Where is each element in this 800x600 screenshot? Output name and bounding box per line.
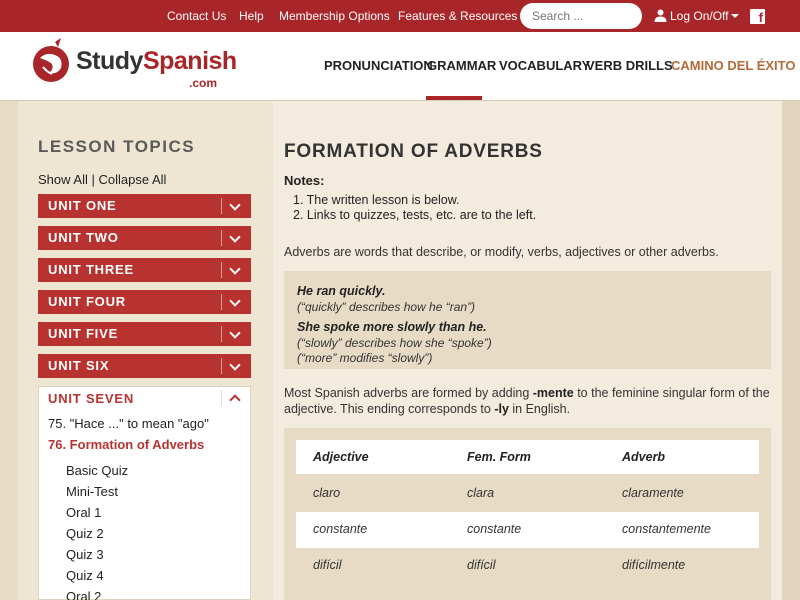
example-note: (“quickly” describes how he “ran”) xyxy=(297,300,476,314)
formation-text: in English. xyxy=(508,402,571,416)
lesson-76-link[interactable]: 76. Formation of Adverbs xyxy=(48,437,204,452)
site-logo[interactable]: StudySpanish xyxy=(76,47,237,76)
table-cell: difícilmente xyxy=(622,558,686,572)
site-header: StudySpanish .com PRONUNCIATION GRAMMAR … xyxy=(0,32,800,101)
oral-2-link[interactable]: Oral 2 xyxy=(66,589,101,600)
table-cell: claramente xyxy=(622,486,684,500)
nav-camino-del-exito[interactable]: CAMINO DEL ÉXITO xyxy=(671,58,795,73)
suffix-mente: -mente xyxy=(532,386,574,400)
contact-us-link[interactable]: Contact Us xyxy=(167,9,226,23)
column-header: Adverb xyxy=(622,450,666,464)
divider xyxy=(221,262,222,278)
column-header: Adjective xyxy=(313,450,369,464)
facebook-icon[interactable]: f xyxy=(750,9,765,25)
note-item: 2. Links to quizzes, tests, etc. are to … xyxy=(293,208,537,222)
unit-seven-panel: UNIT SEVEN 75. "Hace ..." to mean "ago" … xyxy=(38,386,251,600)
intro-paragraph: Adverbs are words that describe, or modi… xyxy=(284,245,719,259)
table-cell: difícil xyxy=(467,558,496,572)
page-margin xyxy=(782,101,800,600)
unit-seven-toggle[interactable]: UNIT SEVEN xyxy=(48,391,134,406)
search-input[interactable] xyxy=(520,3,642,29)
show-collapse-all-links[interactable]: Show All | Collapse All xyxy=(38,172,166,187)
unit-label: UNIT FIVE xyxy=(48,326,119,341)
adverb-table: Adjective Fem. Form Adverb claro clara c… xyxy=(284,428,771,600)
unit-label: UNIT ONE xyxy=(48,198,117,213)
nav-verb-drills[interactable]: VERB DRILLS xyxy=(586,58,673,73)
divider xyxy=(221,294,222,310)
table-cell: constante xyxy=(313,522,368,536)
table-cell: claro xyxy=(313,486,341,500)
column-header: Fem. Form xyxy=(467,450,531,464)
table-cell: constantemente xyxy=(622,522,711,536)
chevron-down-icon xyxy=(229,327,241,339)
facebook-glyph: f xyxy=(758,10,763,25)
quiz-2-link[interactable]: Quiz 2 xyxy=(66,526,104,541)
login-menu[interactable]: Log On/Off xyxy=(654,9,740,23)
example-sentence: He ran quickly. xyxy=(297,284,386,298)
table-cell: clara xyxy=(467,486,495,500)
nav-vocabulary[interactable]: VOCABULARY xyxy=(499,58,590,73)
table-cell: difícil xyxy=(313,558,342,572)
nav-grammar[interactable]: GRAMMAR xyxy=(427,58,496,73)
caret-down-icon xyxy=(731,14,740,18)
unit-one-toggle[interactable]: UNIT ONE xyxy=(38,194,251,218)
formation-paragraph: Most Spanish adverbs are formed by addin… xyxy=(284,385,774,417)
example-box: He ran quickly. (“quickly” describes how… xyxy=(284,271,771,369)
unit-label: UNIT TWO xyxy=(48,230,119,245)
table-row: claro clara claramente xyxy=(296,476,759,512)
unit-label: UNIT FOUR xyxy=(48,294,126,309)
table-row: difícil difícil difícilmente xyxy=(296,548,759,584)
active-nav-indicator xyxy=(426,96,482,100)
table-cell: constante xyxy=(467,522,522,536)
suffix-ly: -ly xyxy=(494,402,509,416)
sidebar-title: LESSON TOPICS xyxy=(38,137,196,156)
divider xyxy=(221,198,222,214)
membership-options-link[interactable]: Membership Options xyxy=(279,9,390,23)
unit-six-toggle[interactable]: UNIT SIX xyxy=(38,354,251,378)
oral-1-link[interactable]: Oral 1 xyxy=(66,505,101,520)
quiz-4-link[interactable]: Quiz 4 xyxy=(66,568,104,583)
help-link[interactable]: Help xyxy=(239,9,264,23)
unit-five-toggle[interactable]: UNIT FIVE xyxy=(38,322,251,346)
lesson-content: FORMATION OF ADVERBS Notes: 1. The writt… xyxy=(273,101,782,600)
formation-text: Most Spanish adverbs are formed by addin… xyxy=(284,386,533,400)
mini-test-link[interactable]: Mini-Test xyxy=(66,484,118,499)
chevron-down-icon xyxy=(229,359,241,371)
divider xyxy=(221,230,222,246)
user-icon xyxy=(654,9,667,22)
quiz-3-link[interactable]: Quiz 3 xyxy=(66,547,104,562)
unit-label: UNIT THREE xyxy=(48,262,134,277)
lesson-topics-sidebar: LESSON TOPICS Show All | Collapse All UN… xyxy=(18,101,273,600)
note-item: 1. The written lesson is below. xyxy=(293,193,460,207)
notes-heading: Notes: xyxy=(284,173,325,188)
example-note: (“slowly” describes how she “spoke”) xyxy=(297,336,492,350)
chevron-down-icon xyxy=(229,263,241,275)
chevron-down-icon xyxy=(229,231,241,243)
divider xyxy=(221,358,222,374)
unit-four-toggle[interactable]: UNIT FOUR xyxy=(38,290,251,314)
basic-quiz-link[interactable]: Basic Quiz xyxy=(66,463,128,478)
logo-dotcom: .com xyxy=(189,76,218,90)
divider xyxy=(221,326,222,342)
table-header: Adjective Fem. Form Adverb xyxy=(296,440,759,474)
unit-label: UNIT SIX xyxy=(48,358,110,373)
table-row: constante constante constantemente xyxy=(296,512,759,548)
divider xyxy=(221,390,222,406)
bull-logo-icon[interactable] xyxy=(31,38,75,88)
login-label: Log On/Off xyxy=(670,9,729,23)
top-bar: Contact Us Help Membership Options Featu… xyxy=(0,0,800,32)
page-title: FORMATION OF ADVERBS xyxy=(284,141,543,162)
unit-two-toggle[interactable]: UNIT TWO xyxy=(38,226,251,250)
unit-three-toggle[interactable]: UNIT THREE xyxy=(38,258,251,282)
logo-spanish: Spanish xyxy=(142,47,237,75)
lesson-75-link[interactable]: 75. "Hace ..." to mean "ago" xyxy=(48,416,209,431)
chevron-down-icon xyxy=(229,295,241,307)
chevron-up-icon[interactable] xyxy=(229,394,241,406)
example-sentence: She spoke more slowly than he. xyxy=(297,320,487,334)
logo-study: Study xyxy=(76,47,143,75)
chevron-down-icon xyxy=(229,199,241,211)
nav-pronunciation[interactable]: PRONUNCIATION xyxy=(324,58,433,73)
features-resources-link[interactable]: Features & Resources xyxy=(398,9,517,23)
example-note: (“more” modifies “slowly”) xyxy=(297,351,433,365)
